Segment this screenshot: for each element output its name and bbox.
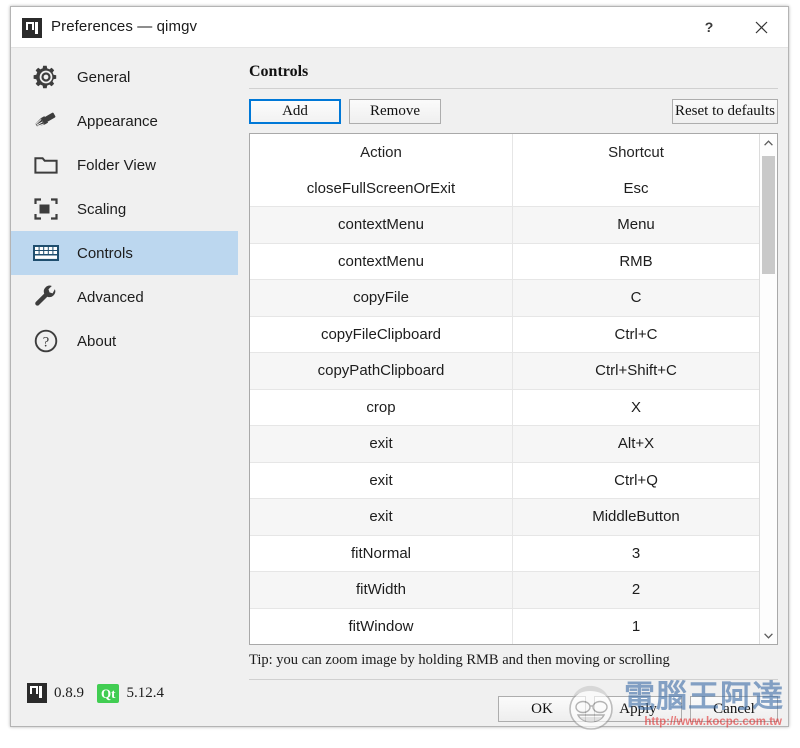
cancel-button[interactable]: Cancel xyxy=(690,696,778,722)
table-header-row: Action Shortcut xyxy=(250,134,759,171)
app-version: 0.8.9 xyxy=(54,684,84,701)
cell-shortcut: RMB xyxy=(512,243,759,279)
table-row[interactable]: contextMenu RMB xyxy=(250,243,759,280)
table-row[interactable]: exit MiddleButton xyxy=(250,499,759,536)
shortcuts-table-body: Action Shortcut closeFullScreenOrExit Es… xyxy=(250,134,759,644)
cell-action: copyFile xyxy=(353,289,409,307)
cell-shortcut: C xyxy=(512,280,759,316)
sidebar-item-about[interactable]: ? About xyxy=(11,319,238,363)
cell-shortcut: Menu xyxy=(512,207,759,243)
question-circle-icon: ? xyxy=(29,324,63,358)
cell-shortcut: Alt+X xyxy=(512,426,759,462)
wrench-icon xyxy=(29,280,63,314)
cell-action: fitNormal xyxy=(350,544,411,562)
table-row[interactable]: closeFullScreenOrExit Esc xyxy=(250,170,759,207)
close-icon xyxy=(755,21,767,33)
cell-action: copyFileClipboard xyxy=(320,325,442,343)
cell-action: fitWidth xyxy=(355,581,406,599)
paintbrush-icon xyxy=(29,104,63,138)
cell-action: contextMenu xyxy=(338,216,424,234)
qt-badge: Qt xyxy=(97,683,120,703)
preferences-window: Preferences — qimgv ? General Appearance… xyxy=(10,6,789,730)
table-row[interactable]: exit Alt+X xyxy=(250,426,759,463)
sidebar-item-label: Advanced xyxy=(77,288,144,306)
table-row[interactable]: crop X xyxy=(250,389,759,426)
sidebar-item-appearance[interactable]: Appearance xyxy=(11,99,238,143)
table-row[interactable]: fitNormal 3 xyxy=(250,535,759,572)
sidebar-item-scaling[interactable]: Scaling xyxy=(11,187,238,231)
window-body: General Appearance Folder View Scaling C… xyxy=(11,48,788,730)
sidebar: General Appearance Folder View Scaling C… xyxy=(11,48,238,726)
cell-shortcut: 2 xyxy=(512,572,759,608)
toolbar: Add Remove Reset to defaults xyxy=(249,99,778,124)
help-button[interactable]: ? xyxy=(686,7,732,47)
table-row[interactable]: fitWidth 2 xyxy=(250,572,759,609)
scroll-up-arrow-icon[interactable] xyxy=(760,134,777,151)
sidebar-item-label: About xyxy=(77,332,117,350)
sidebar-item-label: Appearance xyxy=(77,112,158,130)
main-panel: Controls Add Remove Reset to defaults Ac… xyxy=(238,48,788,730)
svg-text:?: ? xyxy=(43,334,49,350)
table-row[interactable]: copyFileClipboard Ctrl+C xyxy=(250,316,759,353)
apply-button[interactable]: Apply xyxy=(594,696,682,722)
cell-shortcut: Ctrl+C xyxy=(512,316,759,352)
sidebar-item-label: Folder View xyxy=(77,156,156,174)
scaling-icon xyxy=(29,192,63,226)
folder-icon xyxy=(29,148,63,182)
version-bar: 0.8.9 Qt 5.12.4 xyxy=(27,682,164,704)
tip-divider xyxy=(249,679,778,680)
gear-icon xyxy=(29,60,63,94)
sidebar-item-advanced[interactable]: Advanced xyxy=(11,275,238,319)
cell-shortcut: Esc xyxy=(512,170,759,206)
cell-shortcut: MiddleButton xyxy=(512,499,759,535)
cell-action: copyPathClipboard xyxy=(317,362,445,380)
ok-button[interactable]: OK xyxy=(498,696,586,722)
title-divider xyxy=(249,88,778,89)
cell-action: fitWindow xyxy=(348,617,414,635)
column-header-shortcut[interactable]: Shortcut xyxy=(512,134,759,171)
qimgv-app-icon xyxy=(22,18,42,38)
sidebar-item-label: Controls xyxy=(77,244,133,262)
dialog-button-bar: OK Apply Cancel xyxy=(498,696,778,722)
close-button[interactable] xyxy=(738,7,784,47)
shortcuts-table: Action Shortcut closeFullScreenOrExit Es… xyxy=(249,133,778,645)
window-title: Preferences — qimgv xyxy=(51,18,198,35)
cell-action: contextMenu xyxy=(338,252,424,270)
cell-action: exit xyxy=(369,471,393,489)
cell-action: exit xyxy=(369,508,393,526)
sidebar-item-general[interactable]: General xyxy=(11,55,238,99)
keyboard-icon xyxy=(29,236,63,270)
table-row[interactable]: exit Ctrl+Q xyxy=(250,462,759,499)
column-header-action[interactable]: Action xyxy=(250,134,512,171)
add-button[interactable]: Add xyxy=(249,99,341,124)
cell-shortcut: 1 xyxy=(512,608,759,644)
qt-version: 5.12.4 xyxy=(126,684,164,701)
page-title: Controls xyxy=(249,63,309,80)
table-row[interactable]: contextMenu Menu xyxy=(250,207,759,244)
tip-text: Tip: you can zoom image by holding RMB a… xyxy=(249,652,670,668)
reset-to-defaults-button[interactable]: Reset to defaults xyxy=(672,99,778,124)
sidebar-item-controls[interactable]: Controls xyxy=(11,231,238,275)
sidebar-item-label: General xyxy=(77,68,131,86)
remove-button[interactable]: Remove xyxy=(349,99,441,124)
sidebar-item-folder-view[interactable]: Folder View xyxy=(11,143,238,187)
cell-action: crop xyxy=(366,398,396,416)
scrollbar-thumb[interactable] xyxy=(762,156,775,274)
cell-action: closeFullScreenOrExit xyxy=(306,179,456,197)
cell-shortcut: Ctrl+Shift+C xyxy=(512,353,759,389)
table-row[interactable]: copyPathClipboard Ctrl+Shift+C xyxy=(250,353,759,390)
cell-shortcut: Ctrl+Q xyxy=(512,462,759,498)
table-row[interactable]: copyFile C xyxy=(250,280,759,317)
qimgv-small-icon xyxy=(27,683,47,703)
scroll-down-arrow-icon[interactable] xyxy=(760,627,777,644)
title-bar: Preferences — qimgv ? xyxy=(11,7,788,48)
cell-shortcut: 3 xyxy=(512,535,759,571)
table-row[interactable]: fitWindow 1 xyxy=(250,608,759,644)
cell-action: exit xyxy=(369,435,393,453)
table-vertical-scrollbar[interactable] xyxy=(759,134,777,644)
cell-shortcut: X xyxy=(512,389,759,425)
sidebar-item-label: Scaling xyxy=(77,200,127,218)
